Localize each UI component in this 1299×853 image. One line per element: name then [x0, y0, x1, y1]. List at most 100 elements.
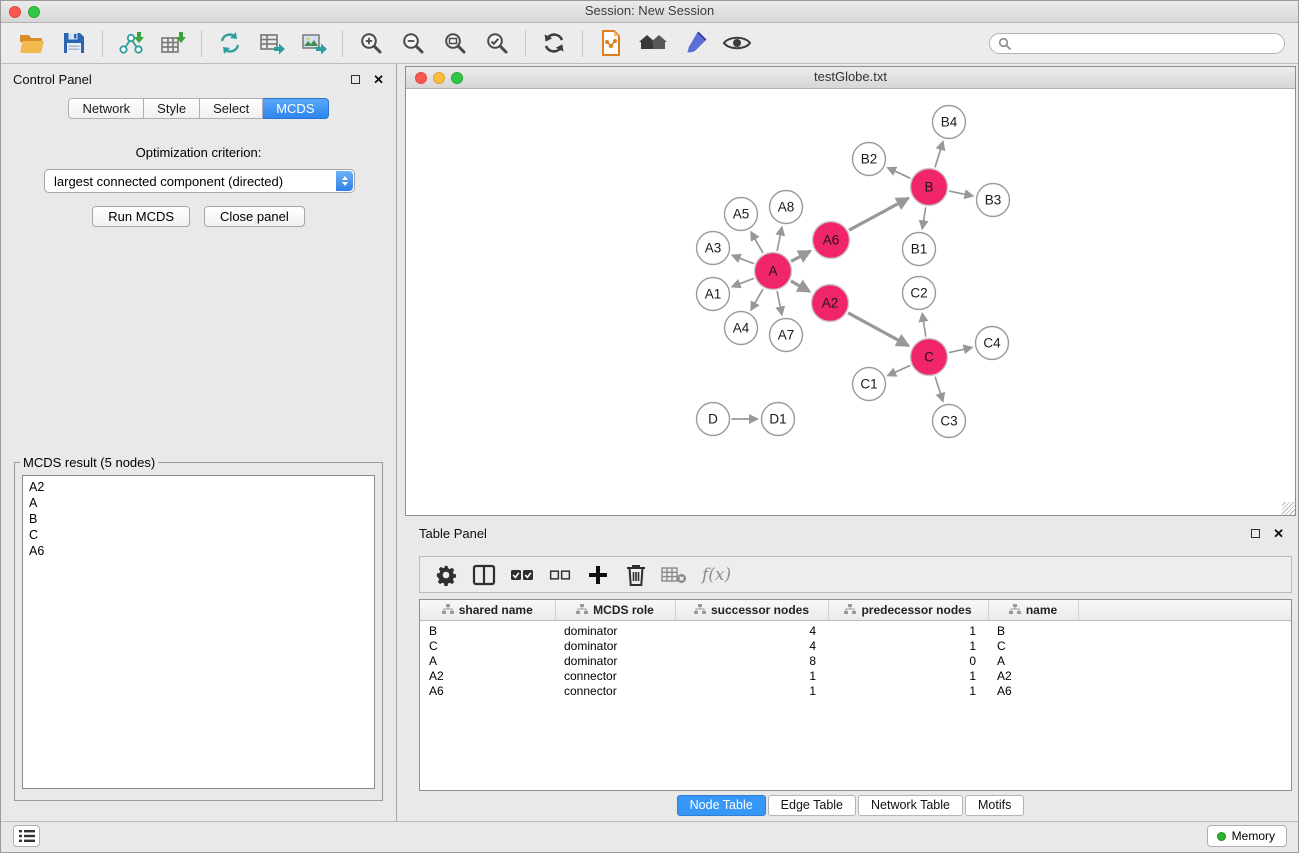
search-box[interactable] — [989, 33, 1285, 54]
cell-predecessor-nodes[interactable]: 1 — [828, 684, 988, 699]
cell-MCDS-role[interactable]: connector — [555, 684, 675, 699]
edge-B-B3[interactable] — [949, 191, 973, 196]
mcds-result-item[interactable]: A6 — [29, 543, 368, 559]
show-hide-button[interactable] — [716, 25, 758, 61]
edge-B-B2[interactable] — [888, 168, 911, 179]
export-table-button[interactable] — [251, 25, 293, 61]
deselect-all-button[interactable] — [546, 561, 573, 588]
column-header-successor-nodes[interactable]: successor nodes — [675, 600, 828, 620]
cell-name[interactable]: A — [988, 654, 1078, 669]
delete-table-button[interactable] — [660, 561, 687, 588]
function-builder-button[interactable]: f(x) — [702, 565, 731, 585]
tab-network[interactable]: Network — [68, 98, 144, 119]
edge-B-B1[interactable] — [922, 207, 925, 229]
cell-name[interactable]: A6 — [988, 684, 1078, 699]
run-mcds-button[interactable]: Run MCDS — [92, 206, 190, 227]
close-window-button[interactable] — [9, 6, 21, 18]
table-row[interactable]: Bdominator41B — [420, 620, 1291, 639]
cell-MCDS-role[interactable]: dominator — [555, 654, 675, 669]
save-session-button[interactable] — [53, 25, 95, 61]
edge-A6-B[interactable] — [849, 198, 908, 230]
style-brush-button[interactable] — [674, 25, 716, 61]
cell-successor-nodes[interactable]: 4 — [675, 639, 828, 654]
column-header-MCDS-role[interactable]: MCDS role — [555, 600, 675, 620]
tab-style[interactable]: Style — [144, 98, 200, 119]
network-file-button[interactable] — [590, 25, 632, 61]
cell-shared-name[interactable]: B — [420, 620, 555, 639]
select-all-button[interactable] — [508, 561, 535, 588]
edge-A-A2[interactable] — [791, 281, 810, 292]
mcds-result-item[interactable]: C — [29, 527, 368, 543]
cell-shared-name[interactable]: C — [420, 639, 555, 654]
table-row[interactable]: Adominator80A — [420, 654, 1291, 669]
zoom-window-button[interactable] — [28, 6, 40, 18]
table-row[interactable]: A2connector11A2 — [420, 669, 1291, 684]
add-row-button[interactable] — [584, 561, 611, 588]
resize-grip-icon[interactable] — [1282, 502, 1295, 515]
network-close-button[interactable] — [415, 72, 427, 84]
task-history-button[interactable] — [13, 825, 40, 847]
cell-MCDS-role[interactable]: dominator — [555, 639, 675, 654]
zoom-selected-button[interactable] — [476, 25, 518, 61]
cell-MCDS-role[interactable]: dominator — [555, 620, 675, 639]
import-table-from-file-button[interactable] — [152, 25, 194, 61]
cell-predecessor-nodes[interactable]: 1 — [828, 639, 988, 654]
search-input[interactable] — [1016, 36, 1276, 50]
cell-shared-name[interactable]: A — [420, 654, 555, 669]
edge-C-C2[interactable] — [922, 313, 926, 336]
mcds-result-list[interactable]: A2ABCA6 — [22, 475, 375, 789]
network-minimize-button[interactable] — [433, 72, 445, 84]
cell-name[interactable]: C — [988, 639, 1078, 654]
edge-C-C3[interactable] — [935, 377, 943, 402]
import-network-from-file-button[interactable] — [110, 25, 152, 61]
zoom-in-button[interactable] — [350, 25, 392, 61]
network-graph[interactable]: B4B2BB3A5A8A6A3B1AA1C2A2A4A7C4CC1C3DD1 — [406, 89, 1295, 515]
cell-successor-nodes[interactable]: 8 — [675, 654, 828, 669]
edge-A-A8[interactable] — [777, 227, 782, 251]
export-image-button[interactable] — [293, 25, 335, 61]
cell-predecessor-nodes[interactable]: 0 — [828, 654, 988, 669]
column-header-name[interactable]: name — [988, 600, 1078, 620]
cell-predecessor-nodes[interactable]: 1 — [828, 669, 988, 684]
edge-A-A3[interactable] — [732, 255, 754, 263]
edge-B-B4[interactable] — [935, 142, 943, 168]
columns-button[interactable] — [470, 561, 497, 588]
memory-button[interactable]: Memory — [1207, 825, 1287, 847]
column-header-predecessor-nodes[interactable]: predecessor nodes — [828, 600, 988, 620]
tab-select[interactable]: Select — [200, 98, 263, 119]
open-session-button[interactable] — [11, 25, 53, 61]
cell-shared-name[interactable]: A6 — [420, 684, 555, 699]
tab-motifs[interactable]: Motifs — [965, 795, 1024, 816]
table-float-panel-icon[interactable] — [1251, 529, 1260, 538]
criterion-dropdown[interactable]: largest connected component (directed) — [44, 169, 355, 193]
tab-node-table[interactable]: Node Table — [677, 795, 766, 816]
cell-successor-nodes[interactable]: 1 — [675, 669, 828, 684]
float-panel-icon[interactable] — [351, 75, 360, 84]
edge-C-C4[interactable] — [949, 347, 972, 352]
show-networks-home-button[interactable] — [632, 25, 674, 61]
close-panel-icon[interactable]: ✕ — [373, 73, 384, 86]
zoom-fit-content-button[interactable] — [434, 25, 476, 61]
table-row[interactable]: Cdominator41C — [420, 639, 1291, 654]
edge-C-C1[interactable] — [888, 365, 911, 375]
column-header-shared-name[interactable]: shared name — [420, 600, 555, 620]
export-network-button[interactable] — [209, 25, 251, 61]
mcds-result-item[interactable]: A2 — [29, 479, 368, 495]
cell-name[interactable]: A2 — [988, 669, 1078, 684]
edge-A-A5[interactable] — [751, 232, 763, 253]
cell-name[interactable]: B — [988, 620, 1078, 639]
cell-successor-nodes[interactable]: 1 — [675, 684, 828, 699]
delete-row-button[interactable] — [622, 561, 649, 588]
table-row[interactable]: A6connector11A6 — [420, 684, 1291, 699]
close-panel-button[interactable]: Close panel — [204, 206, 305, 227]
network-zoom-button[interactable] — [451, 72, 463, 84]
edge-A-A6[interactable] — [791, 251, 810, 261]
network-canvas[interactable]: B4B2BB3A5A8A6A3B1AA1C2A2A4A7C4CC1C3DD1 — [406, 89, 1295, 515]
mcds-result-item[interactable]: B — [29, 511, 368, 527]
edge-A-A1[interactable] — [732, 278, 754, 286]
cell-shared-name[interactable]: A2 — [420, 669, 555, 684]
cell-predecessor-nodes[interactable]: 1 — [828, 620, 988, 639]
zoom-out-button[interactable] — [392, 25, 434, 61]
edge-A-A7[interactable] — [777, 291, 782, 315]
cell-successor-nodes[interactable]: 4 — [675, 620, 828, 639]
